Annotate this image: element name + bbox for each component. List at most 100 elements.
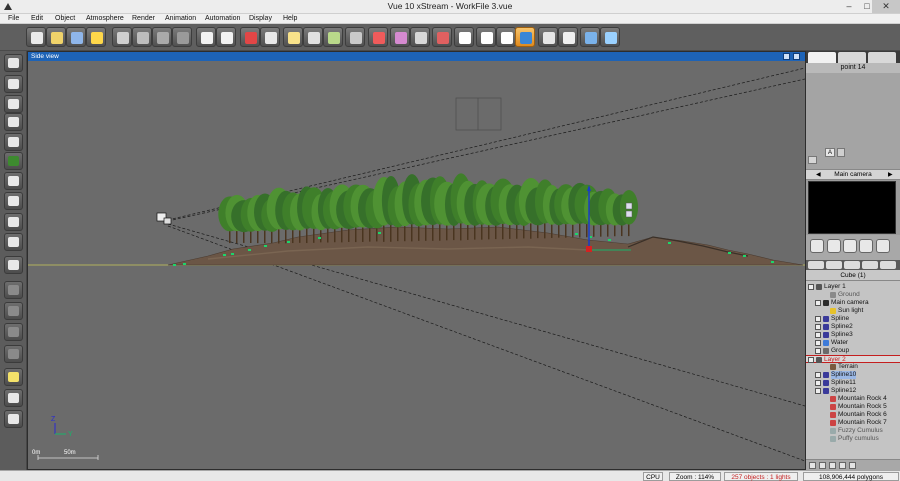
redo-button[interactable] — [216, 27, 236, 47]
tab-shape[interactable] — [868, 52, 896, 63]
camera-title[interactable]: Main camera — [806, 170, 900, 180]
close-button[interactable]: ✕ — [872, 0, 900, 13]
tree-item[interactable]: Group — [806, 347, 900, 355]
expand-icon[interactable] — [815, 372, 821, 378]
plant-tool[interactable] — [4, 152, 23, 170]
scene-canvas[interactable]: Z Y 0m 50m — [28, 61, 805, 469]
menu-display[interactable]: Display — [249, 14, 272, 24]
camera-gizmo[interactable] — [156, 212, 172, 225]
menu-render[interactable]: Render — [132, 14, 155, 24]
tree-item[interactable]: Mountain Rock 5 — [806, 403, 900, 411]
render-area-button[interactable] — [260, 27, 280, 47]
expand-icon[interactable] — [815, 316, 821, 322]
terrain-mesh[interactable] — [167, 226, 804, 266]
ecosystem-tool[interactable] — [4, 345, 23, 363]
properties-toggle-icon[interactable] — [808, 156, 817, 164]
paste-button[interactable] — [152, 27, 172, 47]
tab-brush[interactable] — [808, 52, 836, 63]
hand-camera-icon[interactable] — [859, 239, 873, 253]
world-browser-button[interactable] — [600, 27, 620, 47]
tree-item[interactable]: Main camera — [806, 299, 900, 307]
spline-tool[interactable] — [4, 233, 23, 251]
timeline-button[interactable] — [432, 27, 452, 47]
tree-item[interactable]: Spline2 — [806, 323, 900, 331]
side-viewport[interactable]: Side view Z Y 0m 50m — [27, 51, 806, 470]
zoom-in-button[interactable] — [476, 27, 496, 47]
cube-tool[interactable] — [4, 256, 23, 274]
tree-item[interactable]: Spline12 — [806, 387, 900, 395]
expand-icon[interactable] — [815, 340, 821, 346]
materials-button[interactable] — [323, 27, 343, 47]
tab-links[interactable] — [862, 261, 878, 269]
tree-item[interactable]: Puffy cumulus — [806, 435, 900, 443]
layer-options-icon[interactable] — [819, 462, 826, 469]
pan-camera-icon[interactable] — [810, 239, 824, 253]
tab-objects-list[interactable] — [844, 261, 860, 269]
weather-button[interactable] — [283, 27, 303, 47]
group-button[interactable] — [345, 27, 365, 47]
expand-icon[interactable] — [815, 324, 821, 330]
sun-tool[interactable] — [4, 368, 23, 386]
center-camera-icon[interactable] — [843, 239, 857, 253]
tree-item[interactable]: Mountain Rock 6 — [806, 411, 900, 419]
copy-button[interactable] — [132, 27, 152, 47]
menu-object[interactable]: Object — [55, 14, 75, 24]
tab-materials[interactable] — [826, 261, 842, 269]
tree-item[interactable]: Spline11 — [806, 379, 900, 387]
a-dropdown-icon[interactable] — [837, 148, 845, 157]
tree-item[interactable]: Spline3 — [806, 331, 900, 339]
plane-tool[interactable] — [4, 54, 23, 72]
undo-button[interactable] — [196, 27, 216, 47]
menu-help[interactable]: Help — [283, 14, 297, 24]
tree-item[interactable]: Spline — [806, 315, 900, 323]
sphere-tool[interactable] — [4, 75, 23, 93]
save-file-button[interactable] — [66, 27, 86, 47]
magic-button[interactable] — [454, 27, 474, 47]
tab-library[interactable] — [880, 261, 896, 269]
cloud-tool[interactable] — [4, 192, 23, 210]
menu-animation[interactable]: Animation — [165, 14, 196, 24]
camera-preview[interactable] — [808, 181, 896, 234]
mountain-tool[interactable] — [4, 133, 23, 151]
tree-item[interactable]: Sun light — [806, 307, 900, 315]
brush-button[interactable] — [390, 27, 410, 47]
expand-icon[interactable] — [815, 348, 821, 354]
terrain-tool[interactable] — [4, 113, 23, 131]
tab-terrain[interactable] — [838, 52, 866, 63]
duplicate-button[interactable] — [172, 27, 192, 47]
camera-options-icon[interactable] — [876, 239, 890, 253]
boolean-tool[interactable] — [4, 281, 23, 299]
tab-objects[interactable] — [808, 261, 824, 269]
rock-tool[interactable] — [4, 172, 23, 190]
color-palette-button[interactable] — [368, 27, 388, 47]
quick-render-button[interactable] — [86, 27, 106, 47]
text-tool[interactable] — [4, 95, 23, 113]
tree-layer[interactable]: Layer 2 — [806, 355, 900, 363]
new-file-button[interactable] — [26, 27, 46, 47]
cut-button[interactable] — [112, 27, 132, 47]
wind-tool[interactable] — [4, 389, 23, 407]
delete-layer-icon[interactable] — [849, 462, 856, 469]
expand-icon[interactable] — [808, 284, 814, 290]
tree-item[interactable]: Water — [806, 339, 900, 347]
viewport-maximize-icon[interactable] — [793, 53, 800, 60]
tree-item[interactable]: Mountain Rock 4 — [806, 395, 900, 403]
film-button[interactable] — [558, 27, 578, 47]
menu-automation[interactable]: Automation — [205, 14, 240, 24]
expand-icon[interactable] — [815, 388, 821, 394]
new-layer-icon[interactable] — [809, 462, 816, 469]
tree-item[interactable]: Spline10 — [806, 371, 900, 379]
group-object-tool[interactable] — [4, 323, 23, 341]
tree-layer[interactable]: Layer 1 — [806, 283, 900, 291]
render-button[interactable] — [240, 27, 260, 47]
layout-button[interactable] — [580, 27, 600, 47]
tree-item[interactable]: Fuzzy Cumulus — [806, 427, 900, 435]
orbit-camera-icon[interactable] — [827, 239, 841, 253]
light-tool[interactable] — [4, 213, 23, 231]
external-tool[interactable] — [4, 410, 23, 428]
expand-icon[interactable] — [815, 332, 821, 338]
metablob-tool[interactable] — [4, 302, 23, 320]
menu-file[interactable]: File — [8, 14, 19, 24]
zoom-out-button[interactable] — [496, 27, 516, 47]
a-selector[interactable]: A — [825, 148, 835, 157]
